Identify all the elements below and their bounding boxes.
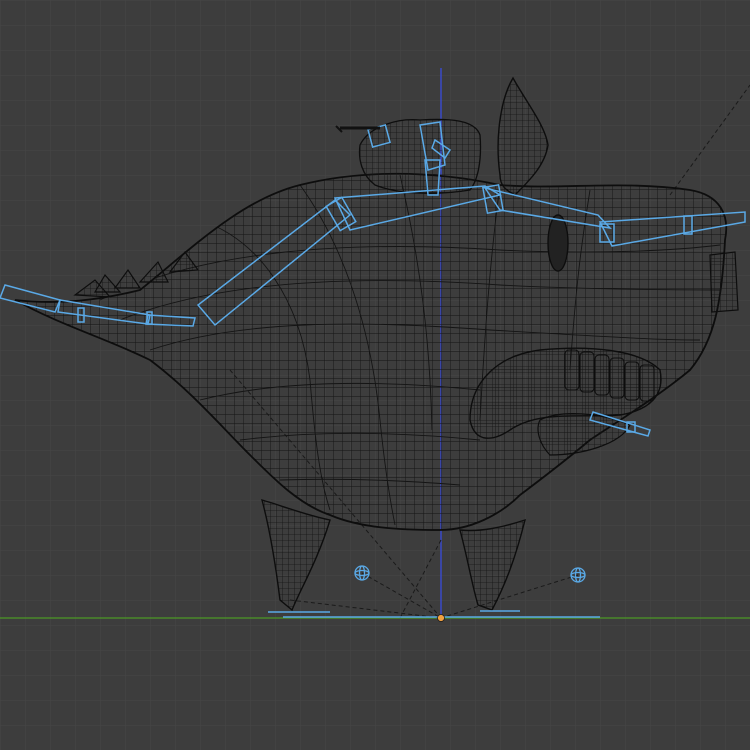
3d-viewport[interactable]	[0, 0, 750, 750]
pig-saddle	[358, 118, 482, 194]
snout-cap	[709, 251, 739, 313]
viewport-canvas[interactable]	[0, 0, 750, 750]
pig-eye	[547, 214, 569, 272]
origin-dot-icon[interactable]	[437, 614, 445, 622]
